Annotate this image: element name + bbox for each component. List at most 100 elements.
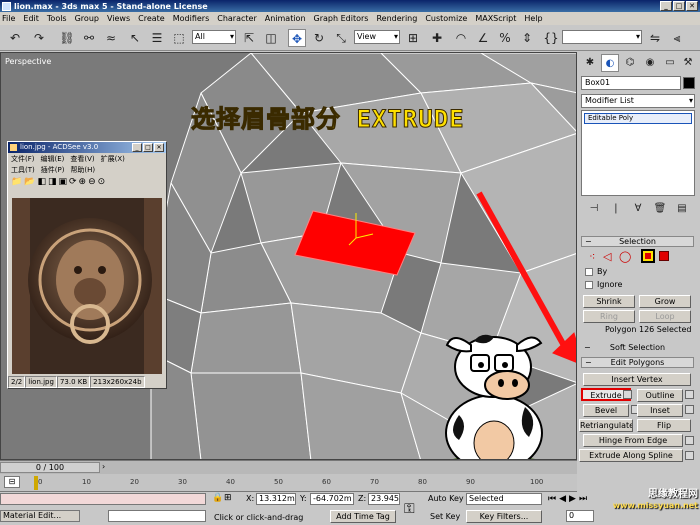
edge-mode-icon[interactable]: ◁: [603, 250, 611, 263]
next-frame-icon[interactable]: ›: [102, 462, 114, 473]
acdsee-menu-help[interactable]: 帮助(H): [70, 165, 95, 174]
edit-polygons-rollout-header[interactable]: Edit Polygons: [581, 357, 694, 368]
perspective-viewport[interactable]: Perspective 选择眉骨部分 EXTRUDE lion.jpg - AC…: [0, 52, 577, 460]
inset-button[interactable]: Inset: [637, 404, 683, 417]
make-unique-icon[interactable]: ∀: [629, 200, 647, 218]
menu-character[interactable]: Character: [217, 14, 257, 23]
element-mode-icon[interactable]: [659, 251, 669, 261]
flip-button[interactable]: Flip: [637, 419, 691, 432]
lock-selection-icon[interactable]: 🔒: [212, 493, 223, 503]
key-icon[interactable]: ⚿: [404, 501, 415, 517]
polygon-mode-icon[interactable]: [641, 249, 655, 263]
selection-rollout-header[interactable]: Selection: [581, 236, 694, 247]
window-crossing-icon[interactable]: ◫: [262, 29, 280, 47]
reference-coordinate-dropdown[interactable]: View: [354, 30, 400, 44]
playback-controls[interactable]: ⏮◀▶⏭: [548, 494, 590, 504]
vertex-mode-icon[interactable]: ⁖: [589, 250, 595, 263]
undo-icon[interactable]: ↶: [6, 29, 24, 47]
zoom-in-icon[interactable]: ⊕: [79, 177, 87, 187]
shrink-button[interactable]: Shrink: [583, 295, 635, 308]
motion-tab-icon[interactable]: ◉: [641, 54, 659, 72]
select-rotate-icon[interactable]: ↻: [310, 29, 328, 47]
create-tab-icon[interactable]: ✱: [581, 54, 599, 72]
menu-group[interactable]: Group: [75, 14, 99, 23]
angle-snap-icon[interactable]: ∠: [474, 29, 492, 47]
stack-item-editable-poly[interactable]: Editable Poly: [584, 113, 692, 124]
select-by-name-icon[interactable]: ☰: [148, 29, 166, 47]
prev-icon[interactable]: ◧: [37, 177, 46, 187]
browse-icon[interactable]: 📁: [11, 177, 22, 187]
extrude-settings-button[interactable]: [623, 390, 632, 399]
acdsee-menu-tools[interactable]: 工具(T): [11, 165, 35, 174]
acdsee-maximize-button[interactable]: □: [143, 143, 153, 152]
menu-maxscript[interactable]: MAXScript: [475, 14, 516, 23]
menu-modifiers[interactable]: Modifiers: [173, 14, 210, 23]
open-trackview-icon[interactable]: ⊟: [4, 476, 20, 488]
y-coordinate-field[interactable]: -64.702m: [310, 493, 354, 505]
add-time-tag-button[interactable]: Add Time Tag: [330, 510, 396, 523]
acdsee-menu-file[interactable]: 文件(F): [11, 154, 35, 163]
set-key-button[interactable]: Set Key: [430, 512, 460, 521]
spinner-snap-icon[interactable]: ⇕: [518, 29, 536, 47]
timeline-ruler[interactable]: ⊟ 0 10 20 30 40 50 60 70 80 90 100: [0, 474, 577, 492]
select-object-icon[interactable]: ↖: [126, 29, 144, 47]
menu-create[interactable]: Create: [138, 14, 165, 23]
select-scale-icon[interactable]: ⤡: [332, 29, 350, 47]
fullscreen-icon[interactable]: ▣: [58, 177, 67, 187]
show-end-result-icon[interactable]: ❘: [607, 200, 625, 218]
mirror-icon[interactable]: ⇋: [646, 29, 664, 47]
key-mode-dropdown[interactable]: Selected: [466, 493, 542, 505]
acdsee-menu-edit[interactable]: 编辑(E): [41, 154, 65, 163]
bind-spacewarp-icon[interactable]: ≈: [102, 29, 120, 47]
modify-tab-icon[interactable]: ◐: [601, 54, 619, 72]
pin-stack-icon[interactable]: ⊣: [585, 200, 603, 218]
select-move-list-icon[interactable]: ⇱: [240, 29, 258, 47]
time-slider[interactable]: 0 / 100: [0, 462, 100, 473]
manipulate-icon[interactable]: ✚: [428, 29, 446, 47]
acdsee-window[interactable]: lion.jpg - ACDSee v3.0 _ □ ✕ 文件(F) 编辑(E)…: [7, 141, 167, 389]
configure-sets-icon[interactable]: ▤: [673, 200, 691, 218]
current-frame-field[interactable]: 0: [566, 510, 594, 522]
hinge-from-edge-button[interactable]: Hinge From Edge: [583, 434, 683, 447]
z-coordinate-field[interactable]: 23.945m: [368, 493, 400, 505]
acdsee-close-button[interactable]: ✕: [154, 143, 164, 152]
menu-file[interactable]: File: [2, 14, 15, 23]
outline-settings-button[interactable]: [685, 390, 694, 399]
zoom-fit-icon[interactable]: ⊙: [98, 177, 106, 187]
close-button[interactable]: ✕: [686, 1, 698, 11]
absolute-mode-icon[interactable]: ⊞: [224, 493, 232, 503]
refresh-icon[interactable]: ⟳: [69, 177, 77, 187]
object-name-field[interactable]: Box01: [581, 76, 681, 90]
grow-button[interactable]: Grow: [639, 295, 691, 308]
menu-rendering[interactable]: Rendering: [376, 14, 417, 23]
display-tab-icon[interactable]: ▭: [661, 54, 679, 72]
region-select-icon[interactable]: ⬚: [170, 29, 188, 47]
outline-button[interactable]: Outline: [637, 389, 683, 402]
menu-graph-editors[interactable]: Graph Editors: [314, 14, 369, 23]
utilities-tab-icon[interactable]: ⚒: [679, 54, 697, 72]
maximize-button[interactable]: □: [673, 1, 685, 11]
maxscript-mini-listener[interactable]: [108, 510, 206, 522]
ring-button[interactable]: Ring: [583, 310, 635, 323]
by-vertex-checkbox[interactable]: [585, 268, 593, 276]
selection-filter-dropdown[interactable]: All: [192, 30, 236, 44]
extrude-along-spline-button[interactable]: Extrude Along Spline: [579, 449, 683, 462]
menu-tools[interactable]: Tools: [47, 14, 67, 23]
remove-modifier-icon[interactable]: 🗑: [651, 200, 669, 218]
soft-selection-rollout-header[interactable]: Soft Selection: [581, 343, 694, 354]
modifier-list-dropdown[interactable]: Modifier List: [581, 94, 695, 108]
menu-edit[interactable]: Edit: [23, 14, 39, 23]
x-coordinate-field[interactable]: 13.312m: [256, 493, 296, 505]
ignore-backfacing-checkbox[interactable]: [585, 281, 593, 289]
unlink-icon[interactable]: ⚯: [80, 29, 98, 47]
open-icon[interactable]: 📂: [24, 177, 35, 187]
menu-customize[interactable]: Customize: [425, 14, 467, 23]
acdsee-minimize-button[interactable]: _: [132, 143, 142, 152]
bevel-button[interactable]: Bevel: [583, 404, 629, 417]
zoom-out-icon[interactable]: ⊖: [88, 177, 96, 187]
menu-animation[interactable]: Animation: [265, 14, 306, 23]
loop-button[interactable]: Loop: [639, 310, 691, 323]
auto-key-button[interactable]: Auto Key: [428, 494, 464, 503]
menu-views[interactable]: Views: [107, 14, 130, 23]
named-selection-dropdown[interactable]: [562, 30, 642, 44]
